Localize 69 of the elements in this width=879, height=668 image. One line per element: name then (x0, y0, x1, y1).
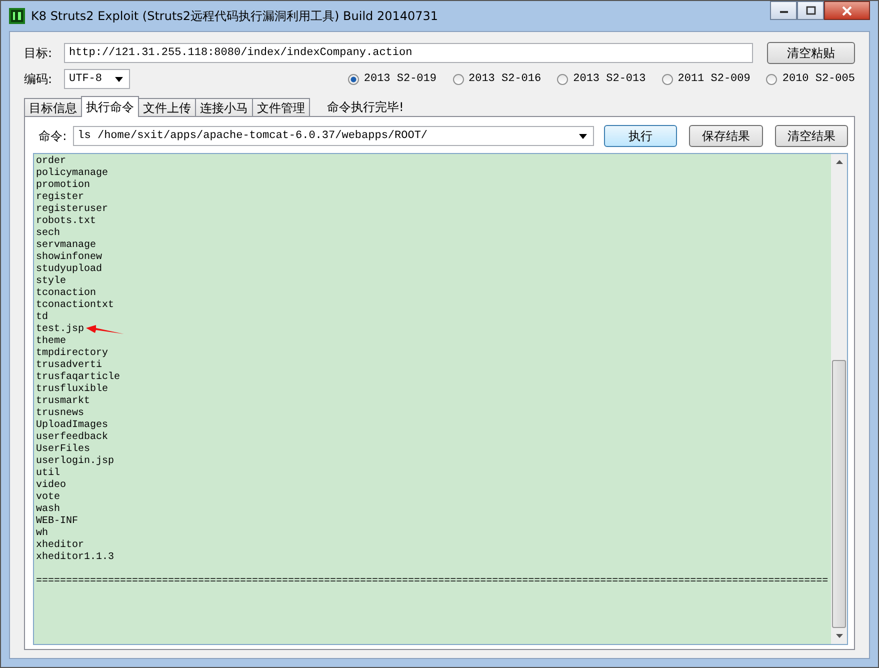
output-line: tconactiontxt (36, 300, 114, 312)
window-title: K8 Struts2 Exploit (Struts2远程代码执行漏洞利用工具) Build 20140731 (31, 8, 438, 24)
target-url-field[interactable]: http://121.31.255.118:8080/index/indexCompany.action (64, 43, 754, 63)
scroll-down-icon[interactable] (836, 634, 842, 638)
output-line: trusfaqarticle (36, 372, 120, 384)
output-line: studyupload (36, 264, 102, 276)
tab[interactable]: 目标信息 (24, 98, 82, 117)
output-line: test.jsp (36, 324, 84, 336)
tab[interactable]: 执行命令 (81, 96, 139, 117)
output-line: xheditor (36, 540, 84, 552)
output-line: robots.txt (36, 216, 96, 228)
output-line: util (36, 468, 60, 480)
output-line: userlogin.jsp (36, 456, 114, 468)
output-line: UploadImages (36, 420, 108, 432)
output-line: UserFiles (36, 444, 90, 456)
output-line: order (36, 156, 66, 168)
tab[interactable]: 文件上传 (138, 98, 196, 117)
encoding-dropdown[interactable]: UTF-8 (64, 69, 130, 89)
close-button[interactable] (824, 1, 870, 20)
tab[interactable]: 文件管理 (252, 98, 310, 117)
output-line: video (36, 480, 66, 492)
output-line: tconaction (36, 288, 96, 300)
scroll-up-icon[interactable] (836, 160, 842, 164)
output-line: wh (36, 528, 48, 540)
output-line: userfeedback (36, 432, 108, 444)
output-line: policymanage (36, 168, 108, 180)
output-line: xheditor1.1.3 (36, 552, 114, 564)
output-line: servmanage (36, 240, 96, 252)
output-line: trusadverti (36, 360, 102, 372)
app-icon (9, 8, 25, 24)
maximize-icon (806, 6, 816, 15)
scroll-thumb[interactable] (832, 360, 846, 628)
output-line: vote (36, 492, 60, 504)
status-text: 命令执行完毕! (327, 98, 404, 116)
command-dropdown[interactable]: ls /home/sxit/apps/apache-tomcat-6.0.37/webapps/ROOT/ (72, 126, 594, 146)
output-line: tmpdirectory (36, 348, 108, 360)
caret-icon (578, 134, 587, 138)
target-label: 目标: (24, 44, 54, 62)
caret-icon (115, 76, 123, 82)
output-line: wash (36, 504, 60, 516)
action-button[interactable]: 清空结果 (774, 125, 848, 147)
version-radio[interactable]: 2013 S2-019 (348, 73, 436, 85)
version-radio[interactable]: 2011 S2-009 (662, 73, 750, 85)
action-button[interactable]: 保存结果 (689, 125, 763, 147)
version-radio[interactable]: 2013 S2-016 (452, 73, 542, 85)
output-line: trusfluxible (36, 384, 108, 396)
clear-paste-button[interactable]: 清空粘贴 (767, 42, 855, 64)
output-line: style (36, 276, 66, 288)
action-button[interactable]: 执行 (604, 125, 678, 147)
close-icon (842, 6, 852, 16)
output-line: theme (36, 336, 66, 348)
output-line: trusnews (36, 408, 84, 420)
separator-line: ==================================================================================================================================== (36, 576, 828, 588)
output-line: register (36, 192, 84, 204)
output-line: promotion (36, 180, 90, 192)
output-line: sech (36, 228, 60, 240)
minimize-button[interactable] (770, 1, 797, 20)
version-radio[interactable]: 2013 S2-013 (557, 73, 646, 85)
output-line: trusmarkt (36, 396, 90, 408)
command-label: 命令: (38, 128, 67, 144)
encoding-label: 编码: (24, 70, 54, 88)
maximize-button[interactable] (797, 1, 824, 20)
output-line: WEB-INF (36, 516, 78, 528)
output-line: showinfonew (36, 252, 102, 264)
version-radio[interactable]: 2010 S2-005 (766, 73, 855, 85)
scrollbar[interactable] (831, 154, 847, 644)
output-line: registeruser (36, 204, 108, 216)
output-line: td (36, 312, 48, 324)
tab[interactable]: 连接小马 (195, 98, 253, 117)
